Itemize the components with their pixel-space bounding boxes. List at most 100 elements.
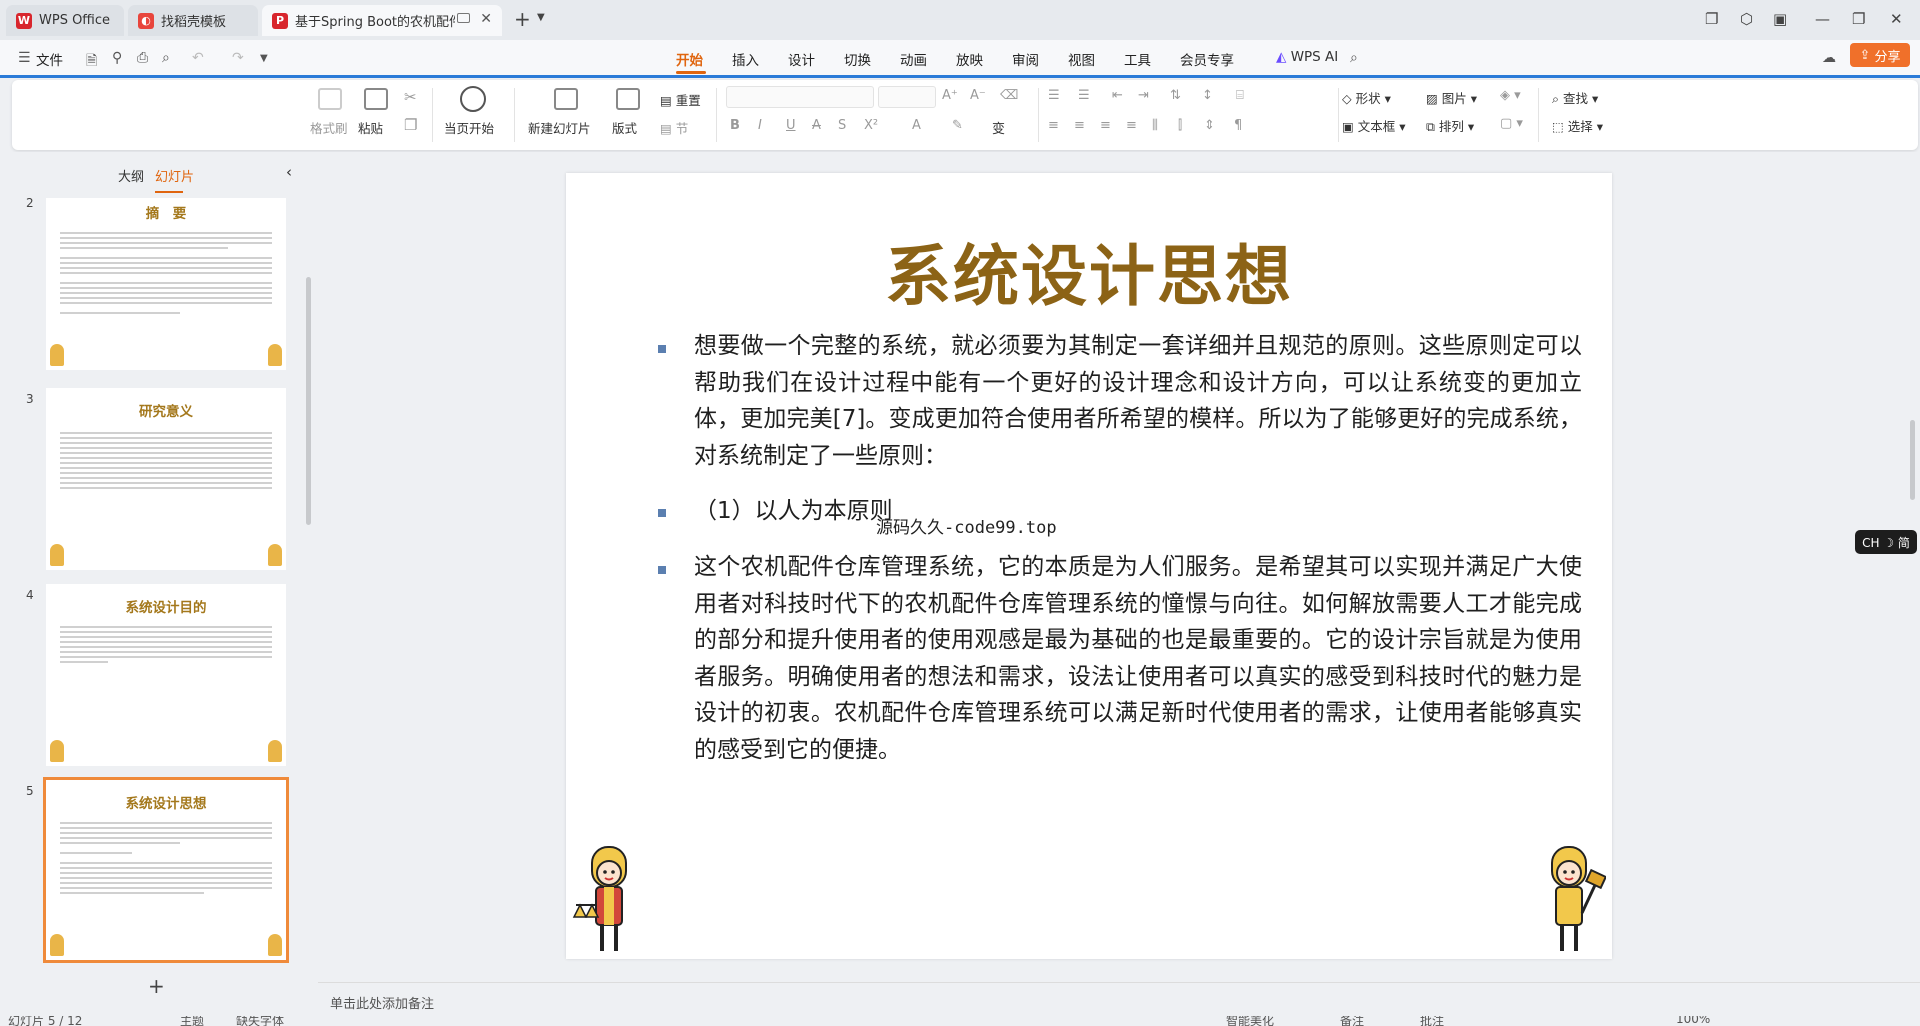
close-window-icon[interactable]: ✕ bbox=[1890, 10, 1903, 28]
new-slide-button[interactable]: 新建幻灯片 bbox=[528, 118, 591, 137]
save-icon[interactable]: 🗎 bbox=[86, 50, 97, 74]
restore-icon[interactable]: ❐ bbox=[1852, 10, 1865, 28]
notes-placeholder[interactable]: 单击此处添加备注 bbox=[330, 993, 434, 1012]
cube-icon[interactable]: ⬡ bbox=[1740, 10, 1753, 28]
tab-home[interactable]: 开始 bbox=[676, 49, 703, 69]
find-button[interactable]: ⌕ 查找 ▾ bbox=[1552, 88, 1598, 107]
select-button[interactable]: ⬚ 选择 ▾ bbox=[1552, 116, 1603, 135]
window-layout-icon[interactable]: ❐ bbox=[1705, 10, 1718, 28]
tab-tools[interactable]: 工具 bbox=[1124, 49, 1151, 69]
paragraph-icon[interactable]: ¶ bbox=[1234, 118, 1242, 133]
tab-member[interactable]: 会员专享 bbox=[1180, 49, 1234, 69]
zoom-level[interactable]: 100% bbox=[1676, 1016, 1710, 1026]
shadow-icon[interactable]: S bbox=[838, 118, 846, 133]
decrease-indent-icon[interactable]: ⇤ bbox=[1112, 88, 1123, 103]
tab-presentation[interactable]: P 基于Spring Boot的农机配件 ✕ bbox=[262, 5, 502, 36]
tab-slides[interactable]: 幻灯片 bbox=[155, 166, 194, 185]
tab-review[interactable]: 审阅 bbox=[1012, 49, 1039, 69]
tab-design[interactable]: 设计 bbox=[788, 49, 815, 69]
font-color-icon[interactable]: A bbox=[912, 118, 921, 133]
avatar[interactable]: ▣ bbox=[1773, 10, 1787, 28]
textbox-button[interactable]: ▣ 文本框 ▾ bbox=[1342, 116, 1406, 135]
tab-insert[interactable]: 插入 bbox=[732, 49, 759, 69]
print-icon[interactable]: ⎙ bbox=[137, 50, 148, 66]
superscript-icon[interactable]: X² bbox=[864, 118, 878, 133]
canvas-scrollbar[interactable] bbox=[1906, 150, 1918, 982]
slide-title[interactable]: 系统设计思想 bbox=[566, 223, 1612, 319]
tab-slideshow[interactable]: 放映 bbox=[956, 49, 983, 69]
paste-button[interactable]: 粘贴 bbox=[358, 118, 383, 137]
convert-icon[interactable]: ⌸ bbox=[1236, 88, 1244, 103]
font-name-combo[interactable] bbox=[726, 86, 874, 108]
notes-toggle[interactable]: 备注 bbox=[1340, 1016, 1364, 1026]
search-icon[interactable]: ⌕ bbox=[1350, 50, 1358, 66]
tab-wps-office[interactable]: W WPS Office bbox=[6, 5, 124, 36]
new-tab-icon[interactable]: + bbox=[514, 7, 531, 31]
numbering-icon[interactable]: ☰ bbox=[1078, 88, 1090, 103]
phonetic-icon[interactable]: 变 bbox=[992, 118, 1005, 137]
ime-indicator[interactable]: CH ☽ 简 bbox=[1855, 530, 1917, 554]
cloud-sync-icon[interactable]: ☁ bbox=[1822, 50, 1836, 66]
distributed-icon[interactable]: ⫼ bbox=[1152, 118, 1158, 133]
bold-icon[interactable]: B bbox=[730, 118, 740, 133]
highlight-icon[interactable]: ✎ bbox=[952, 118, 963, 133]
slide-thumbnail[interactable]: 研究意义 bbox=[46, 388, 286, 570]
line-spacing-icon[interactable]: ⇕ bbox=[1204, 118, 1215, 133]
align-left-icon[interactable]: ≡ bbox=[1048, 118, 1059, 133]
shrink-font-icon[interactable]: A⁻ bbox=[970, 88, 986, 103]
notes-bar[interactable]: 单击此处添加备注 bbox=[318, 982, 1920, 1016]
fill-icon[interactable]: ◈ ▾ bbox=[1500, 88, 1521, 103]
menu-icon[interactable]: ☰ bbox=[18, 50, 31, 66]
bullets-icon[interactable]: ☰ bbox=[1048, 88, 1060, 103]
layout-button[interactable]: 版式 bbox=[612, 118, 637, 137]
comments-toggle[interactable]: 批注 bbox=[1420, 1016, 1444, 1026]
font-size-combo[interactable] bbox=[878, 86, 936, 108]
chevron-down-icon[interactable]: ▼ bbox=[537, 12, 545, 23]
align-center-icon[interactable]: ≡ bbox=[1074, 118, 1085, 133]
reset-button[interactable]: ▤ 重置 bbox=[660, 90, 701, 109]
strikethrough-icon[interactable]: A bbox=[812, 118, 821, 133]
tab-animation[interactable]: 动画 bbox=[900, 49, 927, 69]
copy-icon[interactable]: ❐ bbox=[404, 116, 417, 134]
body-paragraph[interactable]: 想要做一个完整的系统，就必须要为其制定一套详细并且规范的原则。这些原则定可以帮助… bbox=[694, 328, 1582, 474]
tab-docer-templates[interactable]: ◐ 找稻壳模板 bbox=[128, 5, 258, 36]
columns-icon[interactable]: ⫿ bbox=[1178, 118, 1182, 133]
format-painter-button[interactable]: 格式刷 bbox=[310, 118, 348, 137]
smart-beautify-button[interactable]: 智能美化 bbox=[1226, 1016, 1274, 1026]
tab-view[interactable]: 视图 bbox=[1068, 49, 1095, 69]
tab-transition[interactable]: 切换 bbox=[844, 49, 871, 69]
picture-button[interactable]: ▨ 图片 ▾ bbox=[1426, 88, 1477, 107]
tab-outline[interactable]: 大纲 bbox=[118, 166, 144, 185]
file-menu[interactable]: 文件 bbox=[36, 49, 63, 69]
arrange-button[interactable]: ⧉ 排列 ▾ bbox=[1426, 116, 1474, 135]
slide-thumbnail[interactable]: 摘 要 bbox=[46, 198, 286, 370]
grow-font-icon[interactable]: A⁺ bbox=[942, 88, 958, 103]
slide-thumbnail[interactable]: 系统设计目的 bbox=[46, 584, 286, 766]
section-button[interactable]: ▤ 节 bbox=[660, 118, 688, 137]
export-icon[interactable]: ⚲ bbox=[112, 50, 122, 66]
theme-label[interactable]: 主题 bbox=[180, 1016, 204, 1026]
add-slide-button[interactable]: + bbox=[148, 974, 165, 998]
close-tab-icon[interactable]: ✕ bbox=[480, 11, 492, 27]
outline-icon[interactable]: ▢ ▾ bbox=[1500, 116, 1523, 131]
shape-button[interactable]: ◇ 形状 ▾ bbox=[1342, 88, 1391, 107]
clear-format-icon[interactable]: ⌫ bbox=[1000, 88, 1018, 103]
missing-font-label[interactable]: 缺失字体 bbox=[236, 1016, 284, 1026]
canvas-scroll-thumb[interactable] bbox=[1910, 420, 1915, 500]
text-direction-icon[interactable]: ⇅ bbox=[1170, 88, 1181, 103]
undo-icon[interactable]: ↶ bbox=[192, 50, 204, 66]
slide-thumbnail-selected[interactable]: 系统设计思想 bbox=[43, 777, 289, 963]
share-button[interactable]: ⇪ 分享 bbox=[1850, 43, 1910, 67]
body-paragraph[interactable]: 这个农机配件仓库管理系统，它的本质是为人们服务。是希望其可以实现并满足广大使用者… bbox=[694, 549, 1582, 768]
cut-icon[interactable]: ✂ bbox=[404, 88, 417, 106]
italic-icon[interactable]: I bbox=[758, 118, 762, 133]
body-paragraph[interactable]: （1）以人为本原则 bbox=[694, 493, 1582, 530]
panel-scrollbar[interactable] bbox=[306, 277, 311, 525]
sort-icon[interactable]: ↕ bbox=[1202, 88, 1213, 103]
justify-icon[interactable]: ≡ bbox=[1126, 118, 1137, 133]
slide-canvas[interactable]: 系统设计思想 想要做一个完整的系统，就必须要为其制定一套详细并且规范的原则。这些… bbox=[566, 173, 1612, 959]
collapse-panel-icon[interactable]: ‹ bbox=[286, 163, 292, 181]
print-preview-icon[interactable]: ⌕ bbox=[162, 50, 170, 66]
redo-icon[interactable]: ↷ bbox=[232, 50, 244, 66]
monitor-icon[interactable] bbox=[457, 13, 470, 23]
